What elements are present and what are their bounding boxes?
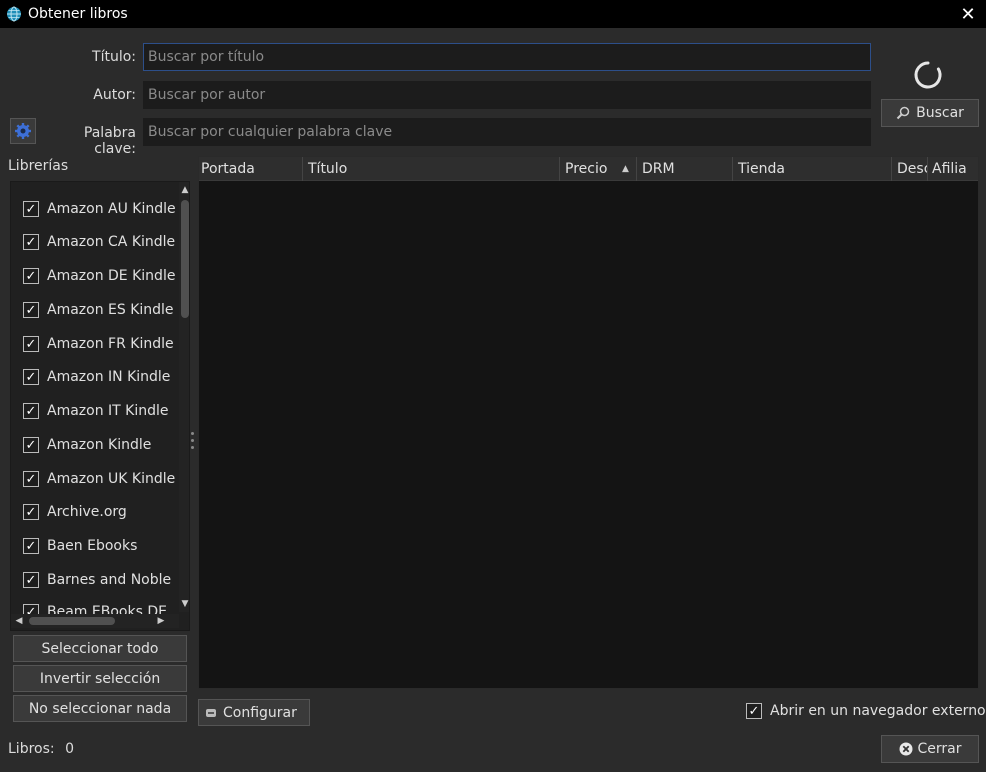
libraries-vertical-scrollbar[interactable]: ▲ ▼	[179, 182, 189, 612]
scrollbar-thumb[interactable]	[29, 617, 115, 625]
select-none-label: No seleccionar nada	[28, 700, 172, 717]
scroll-right-arrow-icon[interactable]: ▶	[155, 614, 167, 628]
sort-ascending-icon: ▲	[622, 164, 629, 174]
library-item[interactable]: ✓ Amazon ES Kindle	[23, 298, 174, 322]
close-icon[interactable]: ✕	[956, 2, 980, 26]
scroll-left-arrow-icon[interactable]: ◀	[13, 614, 25, 628]
table-header: Portada Título Precio ▲ DRM Tienda Desc A…	[199, 157, 978, 181]
library-item-label: Amazon IN Kindle	[47, 369, 171, 385]
checkbox[interactable]: ✓	[23, 302, 39, 318]
configure-button[interactable]: Configurar	[198, 699, 310, 726]
gear-icon	[15, 123, 31, 139]
scroll-up-arrow-icon[interactable]: ▲	[179, 184, 189, 196]
library-item[interactable]: ✓ Amazon FR Kindle	[23, 332, 174, 356]
author-search-input[interactable]	[143, 81, 871, 109]
library-item[interactable]: ✓ Amazon Kindle	[23, 433, 151, 457]
open-external-label: Abrir en un navegador externo	[770, 703, 986, 719]
open-external-browser-option[interactable]: ✓ Abrir en un navegador externo	[746, 703, 986, 719]
library-item[interactable]: ✓ Amazon UK Kindle	[23, 467, 175, 491]
libraries-horizontal-scrollbar[interactable]: ◀ ▶	[11, 614, 179, 628]
library-item[interactable]: ✓ Barnes and Noble	[23, 568, 171, 592]
checkbox[interactable]: ✓	[23, 268, 39, 284]
library-item-label: Barnes and Noble	[47, 572, 172, 588]
library-item[interactable]: ✓ Amazon IT Kindle	[23, 399, 169, 423]
library-item[interactable]: ✓ Amazon IN Kindle	[23, 365, 170, 389]
title-bar: Obtener libros ✕	[0, 0, 986, 28]
search-icon	[896, 106, 910, 120]
invert-selection-button[interactable]: Invertir selección	[13, 665, 187, 692]
libraries-heading: Librerías	[8, 158, 69, 174]
panel-splitter-handle[interactable]	[191, 432, 195, 460]
search-button[interactable]: Buscar	[881, 99, 979, 127]
scrollbar-thumb[interactable]	[181, 200, 189, 318]
library-item[interactable]: ✓ Baen Ebooks	[23, 534, 137, 558]
select-none-button[interactable]: No seleccionar nada	[13, 695, 187, 722]
library-item-label: Amazon AU Kindle	[47, 201, 176, 217]
close-button[interactable]: Cerrar	[881, 735, 979, 763]
column-header-affiliate[interactable]: Afilia	[928, 157, 980, 181]
window-title: Obtener libros	[28, 6, 128, 22]
column-header-cover[interactable]: Portada	[199, 157, 303, 181]
library-item-label: Amazon Kindle	[47, 437, 152, 453]
checkbox[interactable]: ✓	[23, 437, 39, 453]
scroll-down-arrow-icon[interactable]: ▼	[179, 598, 189, 610]
library-item-label: Baen Ebooks	[47, 538, 138, 554]
title-label: Título:	[92, 49, 136, 65]
open-external-checkbox[interactable]: ✓	[746, 703, 762, 719]
books-count-label: Libros: 0	[8, 741, 74, 757]
checkbox[interactable]: ✓	[23, 234, 39, 250]
configure-icon	[206, 708, 216, 717]
library-item[interactable]: ✓ Archive.org	[23, 500, 127, 524]
checkbox[interactable]: ✓	[23, 504, 39, 520]
column-header-store[interactable]: Tienda	[733, 157, 892, 181]
loading-spinner-icon	[914, 61, 942, 89]
library-item-label: Amazon FR Kindle	[47, 336, 174, 352]
books-count-value: 0	[65, 741, 74, 757]
library-item-label: Amazon CA Kindle	[47, 234, 176, 250]
search-button-label: Buscar	[916, 105, 964, 121]
library-item-label: Archive.org	[47, 504, 127, 520]
checkbox[interactable]: ✓	[23, 403, 39, 419]
settings-gear-button[interactable]	[10, 118, 36, 144]
checkbox[interactable]: ✓	[23, 336, 39, 352]
library-item[interactable]: ✓ Amazon DE Kindle	[23, 264, 175, 288]
title-search-input[interactable]	[143, 43, 871, 71]
configure-label: Configurar	[223, 704, 297, 721]
select-all-label: Seleccionar todo	[41, 640, 159, 657]
keyword-search-input[interactable]	[143, 118, 871, 146]
column-header-desc[interactable]: Desc	[892, 157, 928, 181]
invert-selection-label: Invertir selección	[39, 670, 161, 687]
keyword-label: Palabra clave:	[83, 125, 136, 157]
books-label: Libros:	[8, 741, 55, 757]
column-header-drm[interactable]: DRM	[637, 157, 733, 181]
close-button-label: Cerrar	[917, 741, 962, 757]
library-item[interactable]: ✓ Amazon CA Kindle	[23, 230, 175, 254]
author-label: Autor:	[93, 87, 136, 103]
column-header-price[interactable]: Precio ▲	[560, 157, 637, 181]
globe-icon	[6, 6, 22, 22]
library-item-label: Amazon DE Kindle	[47, 268, 176, 284]
close-circle-icon	[899, 742, 912, 756]
library-item[interactable]: ✓ Amazon AU Kindle	[23, 197, 176, 221]
column-header-price-label: Precio	[565, 161, 608, 177]
column-header-title[interactable]: Título	[303, 157, 560, 181]
libraries-list[interactable]: ✓ Amazon AU Kindle ✓ Amazon CA Kindle ✓ Ama…	[10, 181, 190, 631]
library-item-label: Amazon ES Kindle	[47, 302, 174, 318]
checkbox[interactable]: ✓	[23, 572, 39, 588]
checkbox[interactable]: ✓	[23, 201, 39, 217]
select-all-button[interactable]: Seleccionar todo	[13, 635, 187, 662]
results-table[interactable]: Portada Título Precio ▲ DRM Tienda Desc A…	[198, 156, 979, 689]
checkbox[interactable]: ✓	[23, 538, 39, 554]
checkbox[interactable]: ✓	[23, 471, 39, 487]
checkbox[interactable]: ✓	[23, 369, 39, 385]
library-item-label: Amazon IT Kindle	[47, 403, 169, 419]
library-item-label: Amazon UK Kindle	[47, 471, 176, 487]
